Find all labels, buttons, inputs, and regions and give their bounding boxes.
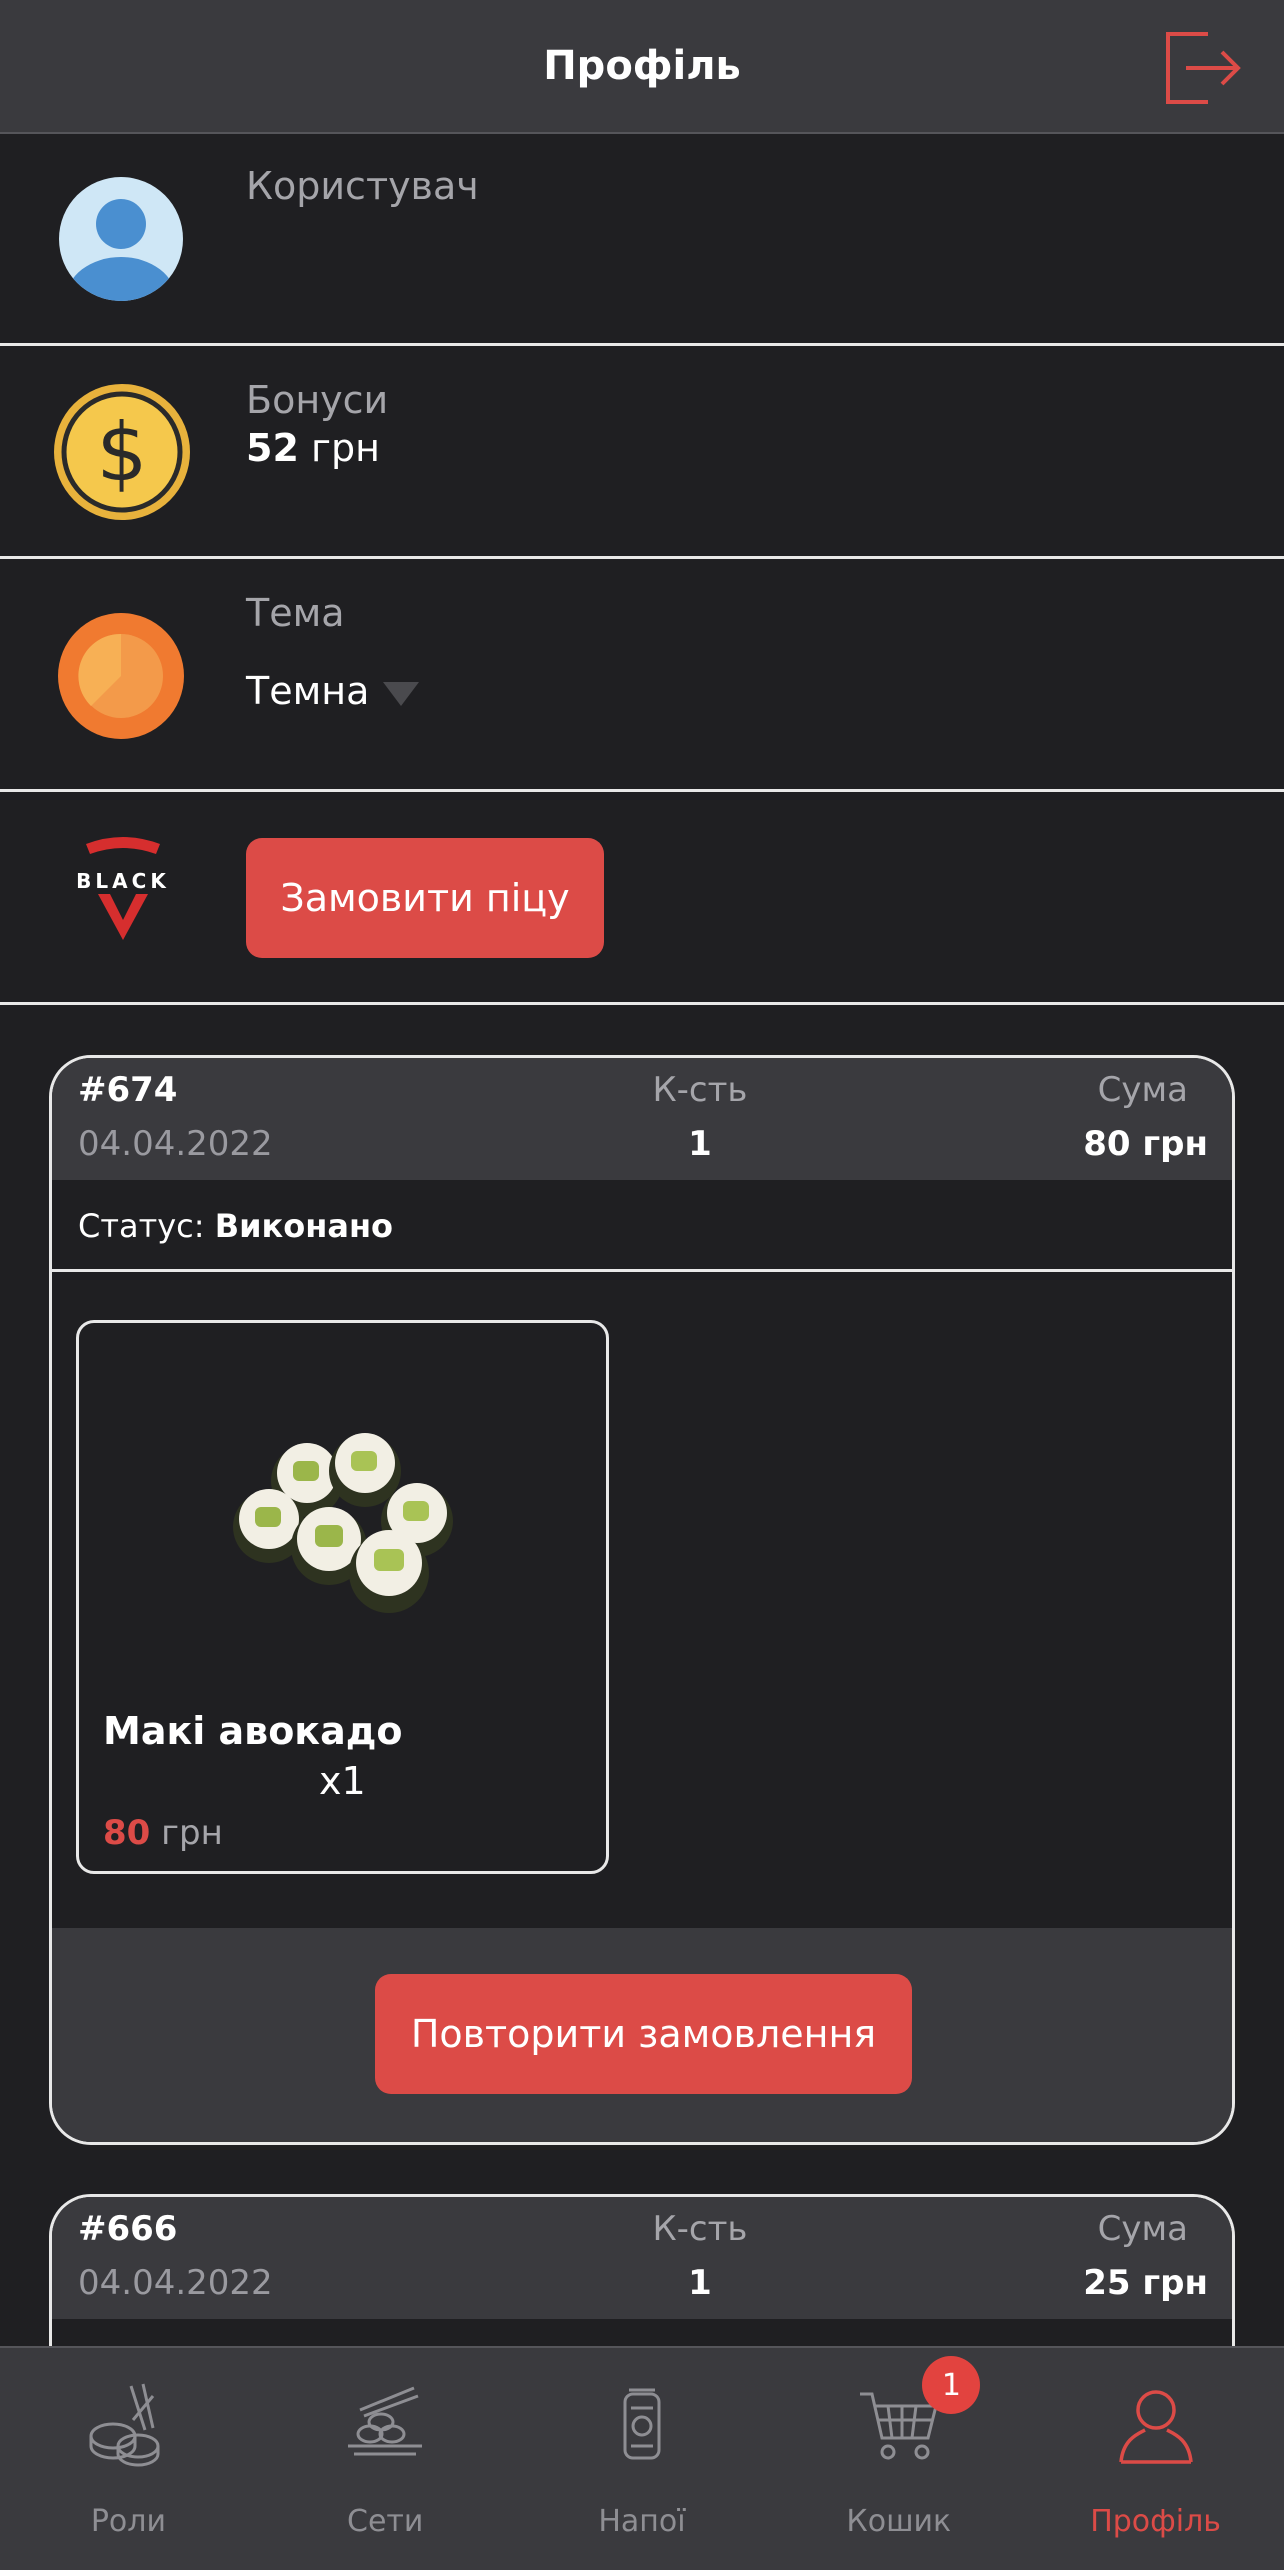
order-card: #674 04.04.2022 К-сть 1 Сума 80 грн Стат… <box>49 1055 1235 2145</box>
nav-label-sets: Сети <box>347 2504 424 2539</box>
item-qty: x1 <box>319 1759 366 1803</box>
coin-icon: $ <box>54 384 190 520</box>
item-name: Макі авокадо <box>103 1709 403 1753</box>
bonus-row: $ Бонуси 52 грн <box>0 346 1284 559</box>
order-sum: 25 грн <box>1083 2263 1208 2303</box>
nav-item-drinks[interactable]: Напої <box>514 2348 771 2570</box>
bonus-label: Бонуси <box>246 378 389 422</box>
nav-item-profile[interactable]: Профіль <box>1027 2348 1284 2570</box>
item-price-value: 80 <box>103 1813 151 1853</box>
bonus-amount: 52 грн <box>246 426 380 470</box>
order-id: #666 <box>78 2209 178 2249</box>
item-price: 80 грн <box>103 1813 223 1853</box>
nav-item-rolls[interactable]: Роли <box>0 2348 257 2570</box>
order-item-card[interactable]: Макі авокадо x1 80 грн <box>76 1320 609 1874</box>
top-bar: Профіль <box>0 0 1284 134</box>
user-icon <box>1118 2390 1193 2464</box>
order-sum-label: Сума <box>1097 1070 1188 1110</box>
order-items: Макі авокадо x1 80 грн <box>52 1272 1232 1928</box>
avatar-icon <box>59 177 183 301</box>
user-label: Користувач <box>246 164 479 208</box>
svg-text:$: $ <box>97 406 148 499</box>
theme-row: Тема Темна <box>0 559 1284 792</box>
sushi-set-icon <box>348 2386 423 2456</box>
page-title: Профіль <box>543 43 741 89</box>
theme-dropdown[interactable]: Темна <box>246 669 420 713</box>
nav-label-drinks: Напої <box>598 2504 686 2539</box>
order-date: 04.04.2022 <box>78 2263 273 2303</box>
black-pizza-logo-icon: BLACK <box>76 837 170 940</box>
order-pizza-button[interactable]: Замовити піцу <box>246 838 604 958</box>
order-date: 04.04.2022 <box>78 1124 273 1164</box>
order-status: Статус: Виконано <box>52 1180 1232 1272</box>
logout-icon[interactable] <box>1164 30 1242 106</box>
nav-label-cart: Кошик <box>846 2504 952 2539</box>
status-label: Статус: <box>78 1207 205 1245</box>
order-header: #674 04.04.2022 К-сть 1 Сума 80 грн <box>52 1058 1232 1180</box>
order-qty-label: К-сть <box>652 2209 748 2249</box>
nav-item-cart[interactable]: 1 Кошик <box>770 2348 1027 2570</box>
nav-label-rolls: Роли <box>90 2504 166 2539</box>
order-header: #666 04.04.2022 К-сть 1 Сума 25 грн <box>52 2197 1232 2319</box>
sushi-rolls-icon <box>89 2383 160 2467</box>
order-sum-label: Сума <box>1097 2209 1188 2249</box>
order-qty: 1 <box>688 1124 712 1164</box>
theme-value: Темна <box>246 669 370 713</box>
nav-label-profile: Профіль <box>1090 2504 1221 2539</box>
drink-can-icon <box>623 2388 661 2460</box>
status-value: Виконано <box>214 1207 394 1245</box>
order-footer: Повторити замовлення <box>52 1928 1232 2142</box>
nav-item-sets[interactable]: Сети <box>257 2348 514 2570</box>
bottom-nav: Роли Сети Напої 1 Кошик Профіль <box>0 2346 1284 2570</box>
theme-label: Тема <box>246 591 345 635</box>
order-sum: 80 грн <box>1083 1124 1208 1164</box>
maki-avocado-image <box>233 1433 453 1613</box>
bonus-value: 52 <box>246 426 299 470</box>
item-price-unit: грн <box>161 1813 223 1853</box>
pizza-row: BLACK Замовити піцу <box>0 792 1284 1005</box>
order-id: #674 <box>78 1070 178 1110</box>
repeat-order-button[interactable]: Повторити замовлення <box>375 1974 912 2094</box>
cart-badge: 1 <box>922 2356 981 2414</box>
theme-icon <box>58 613 184 739</box>
brand-logo-text: BLACK <box>76 869 170 893</box>
user-row: Користувач <box>0 134 1284 346</box>
caret-down-icon <box>383 681 420 706</box>
bonus-unit: грн <box>310 426 380 470</box>
order-qty: 1 <box>688 2263 712 2303</box>
order-qty-label: К-сть <box>652 1070 748 1110</box>
profile-screen: Профіль Користувач $ Бонуси 52 грн Тема … <box>0 0 1284 2570</box>
